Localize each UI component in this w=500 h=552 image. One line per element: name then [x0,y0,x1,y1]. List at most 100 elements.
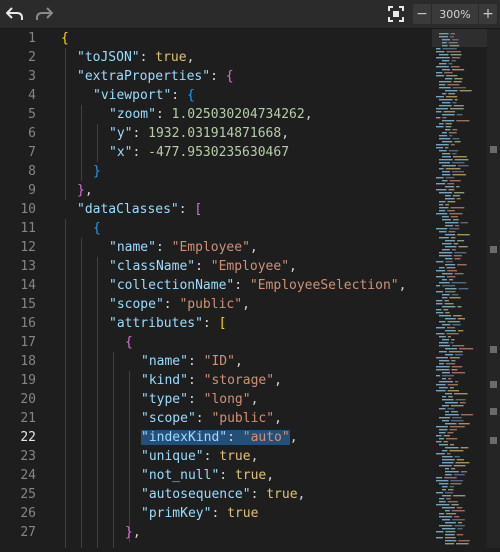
code-token: true [155,50,187,65]
code-editor[interactable]: 1 2 3 4 5 6 7 8 9 10 11 12 13 14 15 16 17 18 19 20 21 22 23 24 2… [0,29,432,548]
code-token: true [219,449,251,464]
code-token: true [266,487,298,502]
line-number-gutter: 1 2 3 4 5 6 7 8 9 10 11 12 13 14 15 16 17 18 19 20 21 22 23 24 2… [0,29,50,548]
zoom-level: 300% [439,7,471,21]
code-line: "extraProperties": { [77,67,234,86]
line-number: 7 [28,145,36,160]
code-line: "autosequence": true, [141,485,305,504]
code-token: "name" [141,354,188,369]
code-token: "zoom" [109,107,156,122]
code-token: , [304,107,313,122]
indent-guide [65,48,66,200]
code-token: 1.025030204734262 [171,107,305,122]
code-token: } [93,164,101,179]
minimap[interactable] [432,29,487,548]
redo-button[interactable] [33,4,55,24]
code-token: "collectionName" [109,278,235,293]
line-number: 27 [20,525,36,540]
code-token: , [274,411,282,426]
code-token: "attributes" [109,316,203,331]
line-number: 3 [28,69,36,84]
code-token: "public" [179,297,243,312]
code-token: true [227,506,259,521]
code-token: , [234,354,243,369]
code-token: , [289,259,297,274]
code-token: "autosequence" [141,487,251,502]
indent-guide [129,371,130,542]
code-token: : [132,126,149,141]
scrollbar-marker [490,408,497,415]
code-line: "scope": "public", [141,409,282,428]
code-token: "EmployeeSelection" [249,278,399,293]
code-token: , [297,487,306,502]
code-token: : [250,487,267,502]
code-token: "y" [109,126,133,141]
code-line: "y": 1932.031914871668, [109,124,289,143]
code-token: -477.9530235630467 [148,145,290,160]
line-number: 25 [20,487,36,502]
indent-guide [81,105,82,181]
code-line: "type": "long", [141,390,258,409]
code-line: "unique": true, [141,447,258,466]
line-number: 8 [28,164,36,179]
line-number: 23 [20,449,36,464]
line-number: 11 [20,221,36,236]
code-token: { [186,88,195,103]
line-number: 15 [20,297,36,312]
code-token: : [171,88,187,103]
fit-to-screen-icon [388,6,404,22]
code-token: : [195,411,212,426]
code-line: "collectionName": "EmployeeSelection", [109,276,406,295]
zoom-out-button[interactable]: − [413,4,432,24]
zoom-control: − 300% + [413,4,497,24]
vertical-scrollbar[interactable] [487,29,500,548]
scrollbar-marker [490,146,497,153]
code-token: "name" [109,240,156,255]
code-token: , [242,297,250,312]
code-token: 1932.031914871668 [148,126,282,141]
line-number: 6 [28,126,36,141]
code-token: "toJSON" [77,50,140,65]
line-number: 13 [20,259,36,274]
code-line: "zoom": 1.025030204734262, [109,105,313,124]
code-token: , [132,525,141,540]
code-token: [ [218,316,227,331]
indent-guide [65,219,66,548]
code-token: { [125,335,133,350]
code-token: "Employee" [171,240,250,255]
code-line: "name": "Employee", [109,238,258,257]
redo-arrow-icon [36,7,53,20]
line-number: 19 [20,373,36,388]
code-line: "scope": "public", [109,295,250,314]
line-number: 17 [20,335,36,350]
code-token: : [178,202,195,217]
code-line: "kind": "storage", [141,371,282,390]
code-token: , [266,468,275,483]
code-token: "ID" [203,354,235,369]
scrollbar-marker [490,246,497,253]
code-line: "toJSON": true, [77,48,194,67]
line-number: 4 [28,88,36,103]
code-token: "dataClasses" [77,202,179,217]
line-number: 24 [20,468,36,483]
code-token: "scope" [141,411,196,426]
json-editor-window: − 300% + 1 2 3 4 5 6 7 8 9 10 11 12 13 14 15 16 17 18 19 20… [0,0,500,548]
code-token: true [234,468,267,483]
line-number: 26 [20,506,36,521]
line-number: 14 [20,278,36,293]
code-token: : [139,50,156,65]
line-number: 1 [28,31,36,46]
minimap-slider[interactable] [432,29,487,47]
undo-button[interactable] [4,4,26,24]
code-token: "extraProperties" [77,69,211,84]
code-line: "className": "Employee", [109,257,297,276]
code-token: "Employee" [210,259,290,274]
fit-to-screen-button[interactable] [385,4,407,24]
zoom-in-button[interactable]: + [478,4,497,24]
indent-guide [81,238,82,548]
code-line: }, [77,181,93,200]
code-line: { [125,333,133,352]
code-line: } [93,162,101,181]
code-token: : [155,107,172,122]
code-line: { [61,29,69,48]
